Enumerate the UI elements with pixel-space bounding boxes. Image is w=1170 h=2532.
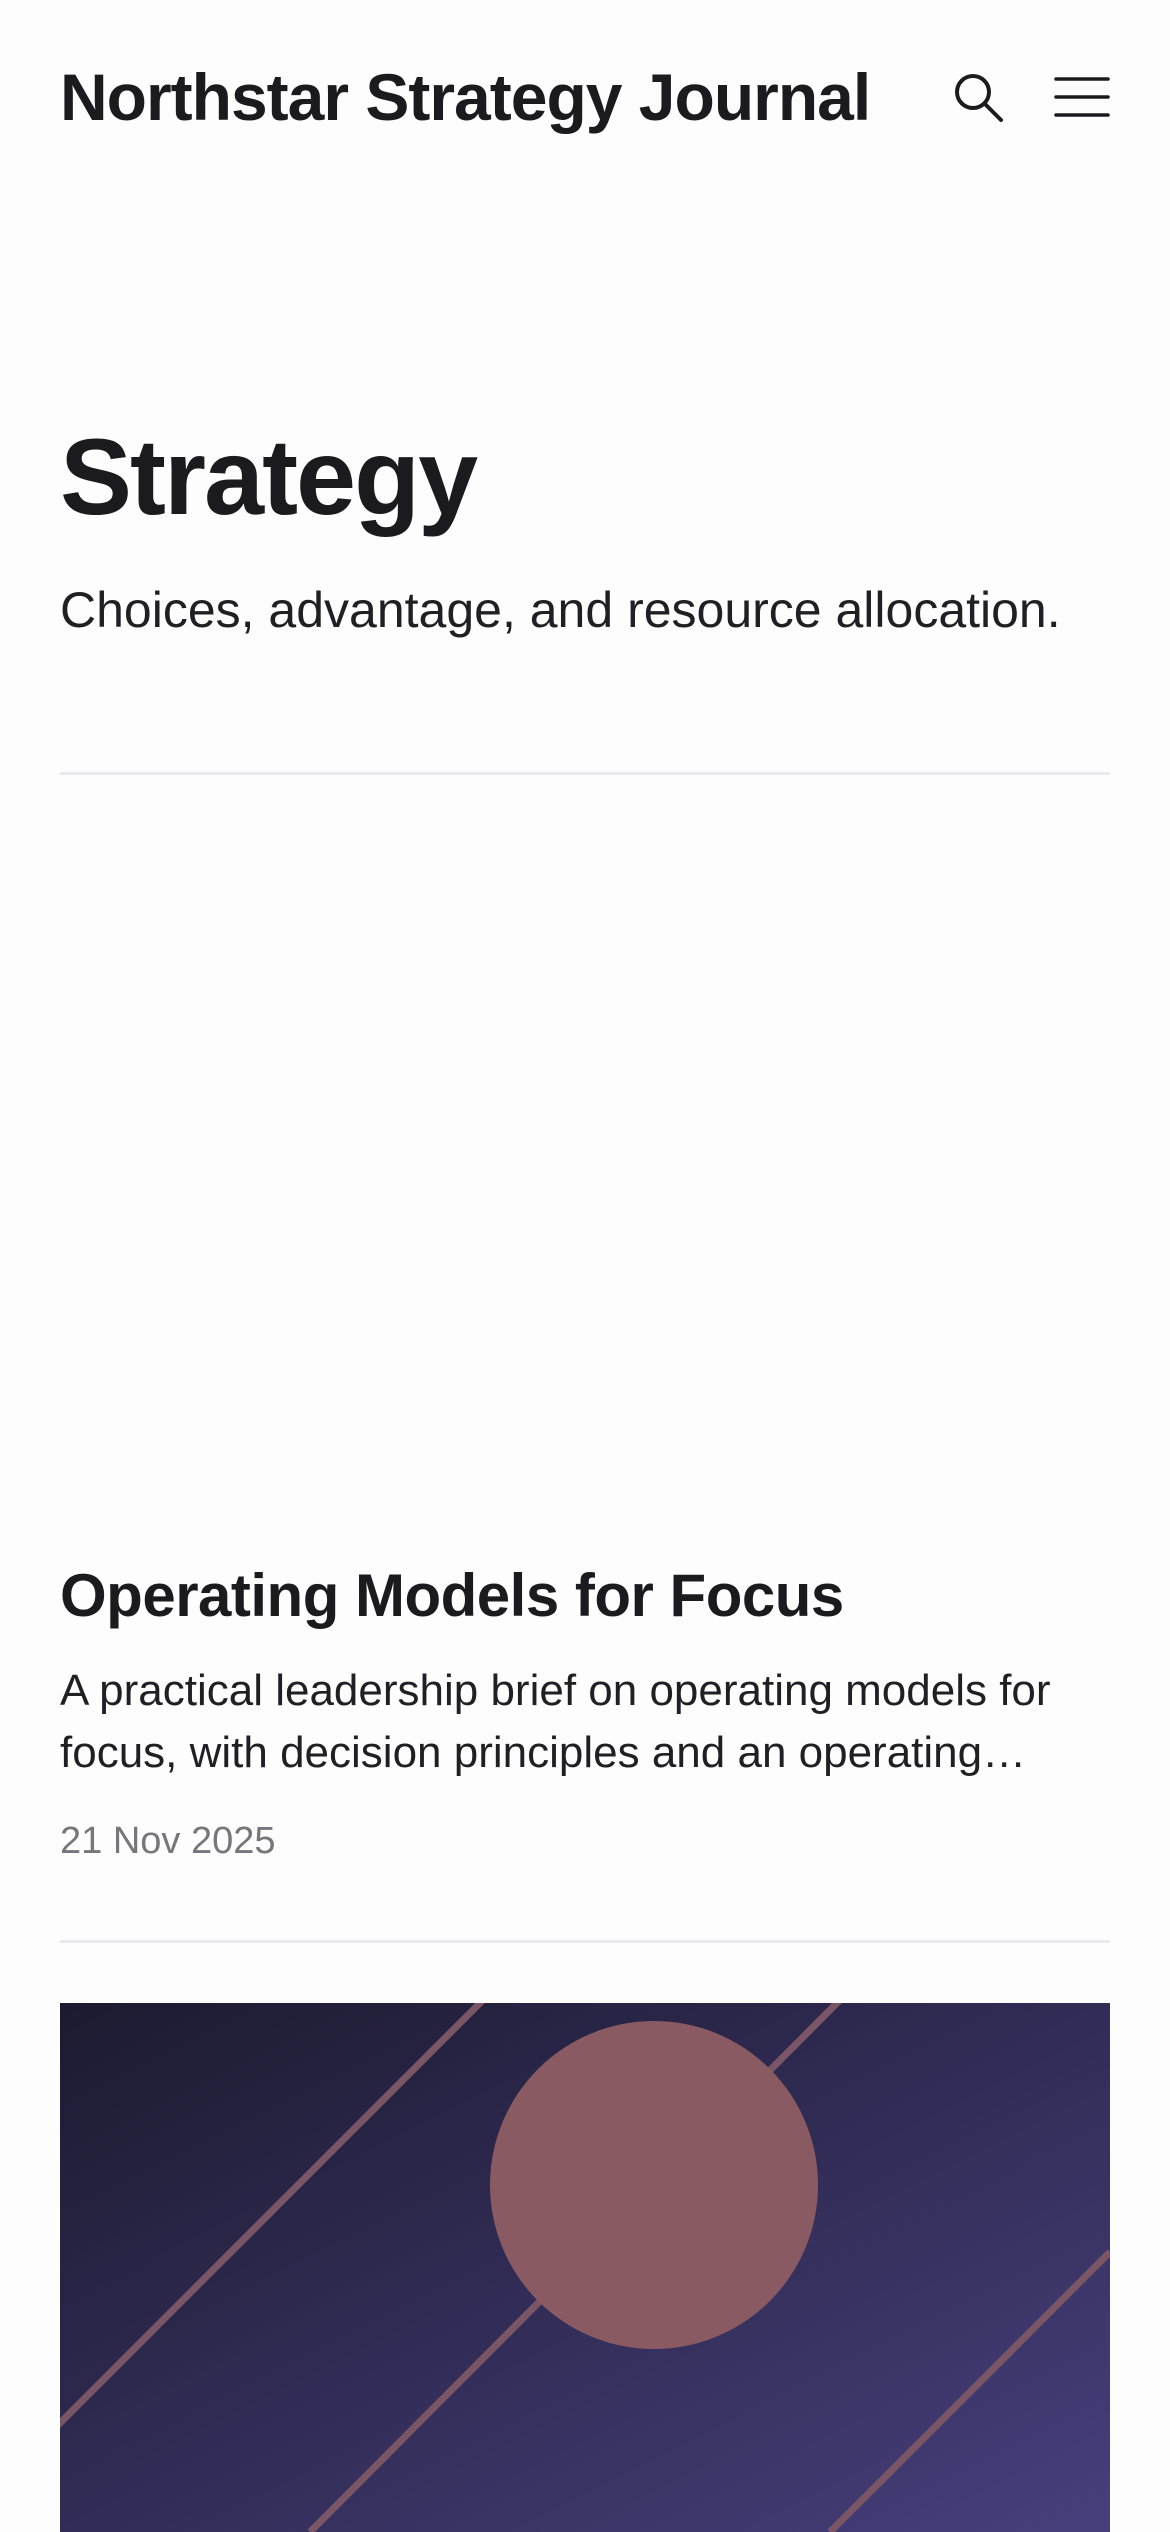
divider: [60, 772, 1110, 775]
article-excerpt: A practical leadership brief on operatin…: [60, 1666, 1051, 1777]
article-cover-image[interactable]: [60, 2003, 1110, 2532]
article-date: 21 Nov 2025: [60, 1820, 276, 1862]
site-header: Northstar Strategy Journal: [60, 50, 1110, 144]
divider: [60, 1940, 1110, 1943]
menu-icon[interactable]: [1054, 69, 1110, 125]
search-icon[interactable]: [950, 69, 1006, 125]
site-title[interactable]: Northstar Strategy Journal: [60, 59, 871, 135]
article-title[interactable]: Operating Models for Focus: [60, 1560, 1110, 1632]
article-image-placeholder[interactable]: [60, 800, 1110, 1500]
header-actions: [950, 69, 1110, 125]
category-description: Choices, advantage, and resource allocat…: [60, 582, 1061, 638]
category-title: Strategy: [60, 416, 478, 537]
